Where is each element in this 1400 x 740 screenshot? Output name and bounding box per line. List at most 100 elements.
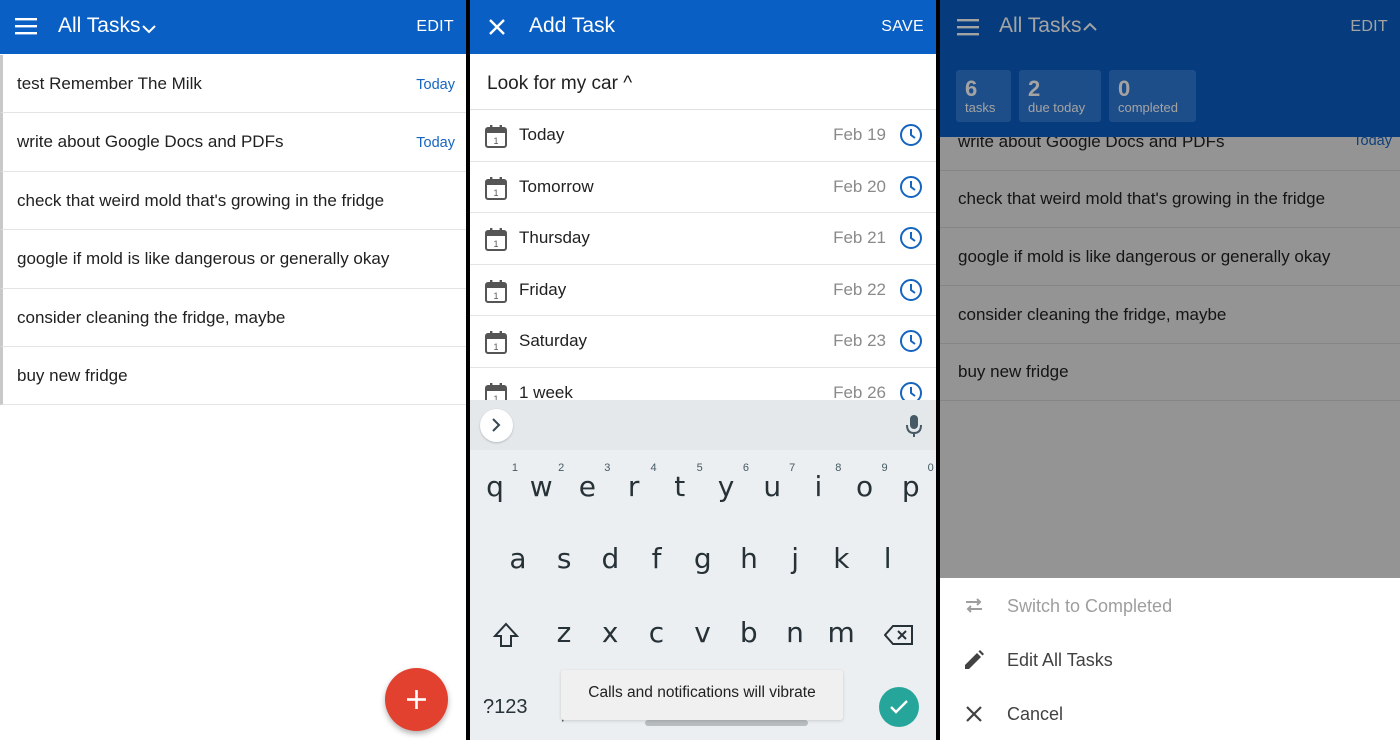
due-option-date: Feb 23: [833, 331, 886, 350]
due-date-option[interactable]: 1 Saturday Feb 23: [470, 316, 936, 368]
toast-text: Calls and notifications will vibrate: [588, 684, 816, 701]
due-option-label: Thursday: [519, 228, 590, 247]
due-date-option[interactable]: 1 Friday Feb 22: [470, 265, 936, 316]
svg-text:1: 1: [493, 239, 498, 249]
key-hint: 7: [789, 462, 796, 474]
due-date-option[interactable]: 1 Tomorrow Feb 20: [470, 162, 936, 213]
edit-all-tasks-item[interactable]: Edit All Tasks: [940, 633, 1400, 687]
key-t[interactable]: t5: [657, 462, 703, 503]
key-p[interactable]: p0: [888, 462, 934, 503]
key-o[interactable]: o9: [842, 462, 888, 503]
clock-icon[interactable]: [899, 329, 923, 353]
key-hint: 6: [742, 462, 749, 474]
key-y[interactable]: y6: [703, 462, 749, 503]
clock-icon[interactable]: [899, 175, 923, 199]
calendar-icon: 1: [485, 125, 507, 148]
key-i[interactable]: i8: [795, 462, 842, 503]
add-task-screen: Add Task SAVE Look for my car ^ 1 Today Fe…: [470, 0, 936, 740]
key-hint: 4: [650, 462, 657, 474]
key-z[interactable]: z: [541, 616, 587, 649]
key-v[interactable]: v: [680, 616, 726, 649]
due-option-label: Saturday: [519, 331, 588, 350]
menu-icon[interactable]: [15, 17, 37, 35]
key-n[interactable]: n: [772, 616, 818, 649]
key-b[interactable]: b: [726, 616, 772, 649]
enter-key[interactable]: [879, 687, 919, 727]
key-a[interactable]: a: [495, 542, 541, 575]
space-key[interactable]: [645, 720, 808, 726]
list-title[interactable]: All Tasks: [58, 14, 140, 38]
due-date-option[interactable]: 1 Today Feb 19: [470, 110, 936, 162]
task-name-value: Look for my car ^: [487, 73, 633, 94]
key-letter: q: [486, 470, 504, 503]
due-option-label: Today: [519, 125, 565, 144]
key-letter: r: [627, 470, 640, 503]
close-icon[interactable]: [488, 18, 506, 36]
backspace-key[interactable]: [884, 624, 914, 646]
calendar-icon: 1: [485, 279, 507, 303]
chevron-down-icon[interactable]: [142, 24, 156, 34]
key-j[interactable]: j: [772, 542, 818, 575]
key-k[interactable]: k: [818, 542, 864, 575]
chevron-right-icon: [492, 418, 501, 432]
suggestion-strip: [470, 400, 936, 450]
task-row[interactable]: consider cleaning the fridge, maybe: [0, 288, 466, 347]
task-row[interactable]: write about Google Docs and PDFs Today: [0, 113, 466, 172]
task-title: check that weird mold that's growing in …: [17, 190, 385, 210]
save-button[interactable]: SAVE: [881, 18, 924, 36]
key-s[interactable]: s: [541, 542, 587, 575]
switch-to-completed-item[interactable]: Switch to Completed: [940, 579, 1400, 633]
task-title: buy new fridge: [17, 365, 128, 385]
task-row[interactable]: google if mold is like dangerous or gene…: [0, 230, 466, 289]
clock-icon[interactable]: [899, 123, 923, 147]
svg-text:1: 1: [493, 136, 498, 146]
expand-toolbar-button[interactable]: [480, 409, 513, 442]
key-h[interactable]: h: [726, 542, 772, 575]
due-date-option[interactable]: 1 Thursday Feb 21: [470, 213, 936, 265]
task-title: test Remember The Milk: [17, 74, 202, 93]
menu-label: Cancel: [1007, 704, 1064, 724]
clock-icon[interactable]: [899, 226, 923, 250]
svg-text:1: 1: [493, 342, 498, 352]
key-f[interactable]: f: [634, 542, 680, 575]
key-letter: o: [856, 470, 874, 503]
key-r[interactable]: r4: [611, 462, 657, 503]
key-m[interactable]: m: [818, 616, 864, 649]
key-hint: 2: [558, 462, 565, 474]
due-option-date: Feb 22: [833, 279, 886, 299]
key-l[interactable]: l: [865, 542, 911, 575]
task-row[interactable]: test Remember The Milk Today: [0, 55, 466, 114]
plus-icon: [407, 690, 426, 709]
key-letter: u: [763, 470, 782, 503]
key-letter: y: [717, 470, 735, 503]
symbols-key[interactable]: ?123: [483, 696, 528, 719]
key-d[interactable]: d: [587, 542, 633, 575]
scrim[interactable]: [940, 0, 1400, 578]
clock-icon[interactable]: [899, 278, 923, 302]
app-bar: Add Task SAVE: [470, 0, 936, 54]
close-icon: [966, 706, 982, 722]
swap-arrows-icon: [966, 598, 982, 613]
key-x[interactable]: x: [587, 616, 633, 649]
shift-key[interactable]: [493, 622, 519, 648]
task-row[interactable]: buy new fridge: [0, 346, 466, 406]
key-u[interactable]: u7: [749, 462, 795, 503]
screen-title: Add Task: [529, 14, 615, 37]
key-c[interactable]: c: [633, 616, 679, 649]
key-hint: 1: [511, 462, 518, 474]
key-w[interactable]: w2: [518, 462, 564, 503]
task-list-screen: All Tasks EDIT test Remember The Milk Tod…: [0, 0, 466, 740]
menu-label: Edit All Tasks: [1007, 650, 1113, 670]
key-q[interactable]: q1: [472, 462, 518, 503]
pencil-icon: [965, 650, 984, 669]
microphone-icon[interactable]: [906, 414, 922, 438]
cancel-item[interactable]: Cancel: [940, 687, 1400, 740]
add-task-button[interactable]: [385, 668, 448, 731]
key-e[interactable]: e3: [564, 462, 611, 503]
task-row[interactable]: check that weird mold that's growing in …: [0, 171, 466, 231]
edit-button[interactable]: EDIT: [416, 18, 454, 36]
task-name-field[interactable]: Look for my car ^: [470, 54, 936, 110]
key-g[interactable]: g: [680, 542, 726, 575]
svg-text:1: 1: [493, 291, 498, 301]
bottom-sheet-menu: Switch to Completed Edit All Tasks Cance…: [940, 578, 1400, 740]
